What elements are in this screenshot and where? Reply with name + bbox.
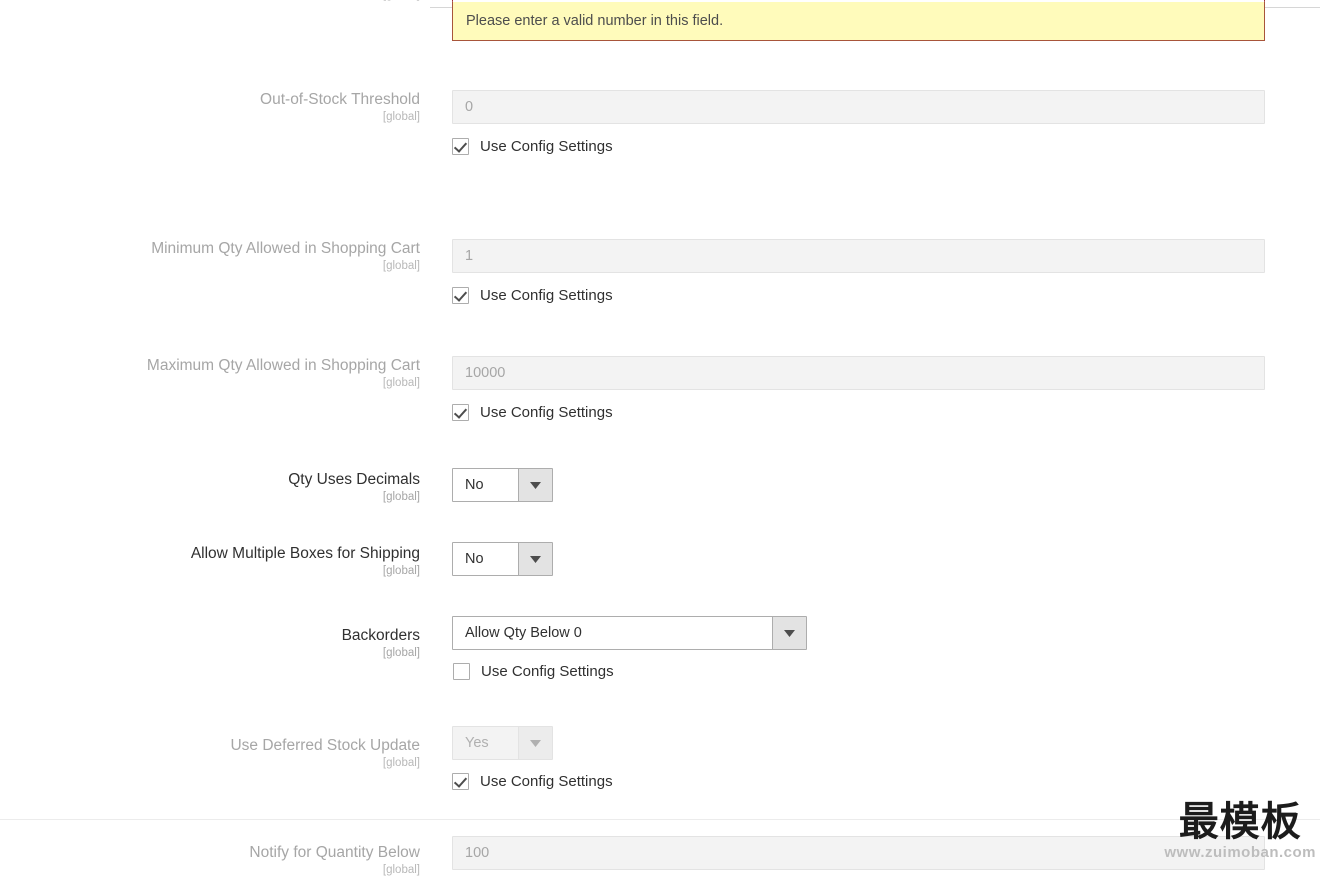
scope-notify-quantity-below: [global] xyxy=(382,864,420,876)
scope-maximum-qty: [global] xyxy=(382,377,420,389)
label-text-backorders: Backorders xyxy=(341,627,420,644)
config-toggle-out-of-stock-threshold[interactable]: Use Config Settings xyxy=(452,138,1265,155)
checkbox-use-config-out-of-stock-threshold[interactable] xyxy=(452,138,469,155)
label-text-maximum-qty: Maximum Qty Allowed in Shopping Cart xyxy=(146,357,420,374)
chevron-down-icon xyxy=(772,617,806,649)
checkbox-label-use-config-deferred-stock-update: Use Config Settings xyxy=(480,773,613,790)
scope-out-of-stock-threshold: [global] xyxy=(382,111,420,123)
checkbox-label-use-config-backorders: Use Config Settings xyxy=(481,663,614,680)
chevron-down-icon xyxy=(518,727,552,759)
select-value-backorders: Allow Qty Below 0 xyxy=(465,625,582,641)
watermark-divider xyxy=(0,819,1320,820)
scope-qty-uses-decimals: [global] xyxy=(382,491,420,503)
watermark-brand: 最模板 xyxy=(1178,798,1302,845)
label-qty-uses-decimals: Qty Uses Decimals [global] xyxy=(0,470,420,504)
site-watermark: 最模板 www.zuimoban.com xyxy=(1164,800,1316,862)
advanced-inventory-form: [global] Please enter a valid number in … xyxy=(0,0,1320,876)
label-text-deferred-stock-update: Use Deferred Stock Update xyxy=(230,737,420,754)
scope-deferred-stock-update: [global] xyxy=(382,757,420,769)
config-toggle-backorders[interactable]: Use Config Settings xyxy=(453,663,807,680)
control-notify-quantity-below: 100 xyxy=(452,836,1265,870)
watermark-url: www.zuimoban.com xyxy=(1164,844,1316,861)
scope-minimum-qty: [global] xyxy=(382,260,420,272)
checkbox-label-use-config-minimum-qty: Use Config Settings xyxy=(480,287,613,304)
chevron-down-icon xyxy=(518,543,552,575)
label-text-allow-multiple-boxes: Allow Multiple Boxes for Shipping xyxy=(190,545,420,562)
select-value-deferred-stock-update: Yes xyxy=(465,735,489,751)
label-text-minimum-qty: Minimum Qty Allowed in Shopping Cart xyxy=(151,240,420,257)
control-out-of-stock-threshold: 0 Use Config Settings xyxy=(452,90,1265,155)
label-text-out-of-stock-threshold: Out-of-Stock Threshold xyxy=(260,91,420,108)
select-value-qty-uses-decimals: No xyxy=(465,477,484,493)
label-notify-quantity-below: Notify for Quantity Below [global] xyxy=(0,843,420,877)
checkbox-use-config-backorders[interactable] xyxy=(453,663,470,680)
label-allow-multiple-boxes: Allow Multiple Boxes for Shipping [globa… xyxy=(0,544,420,578)
clipped-field-label: [global] xyxy=(0,0,420,2)
checkbox-use-config-deferred-stock-update[interactable] xyxy=(452,773,469,790)
scope-backorders: [global] xyxy=(382,647,420,659)
clipped-field-control: Please enter a valid number in this fiel… xyxy=(452,0,1265,41)
label-out-of-stock-threshold: Out-of-Stock Threshold [global] xyxy=(0,90,420,124)
label-backorders: Backorders [global] xyxy=(0,626,420,660)
validation-error-message: Please enter a valid number in this fiel… xyxy=(452,2,1265,41)
label-text-qty-uses-decimals: Qty Uses Decimals xyxy=(288,471,420,488)
control-backorders: Allow Qty Below 0 Use Config Settings xyxy=(452,616,807,680)
chevron-down-icon xyxy=(518,469,552,501)
control-maximum-qty: 10000 Use Config Settings xyxy=(452,356,1265,421)
config-toggle-deferred-stock-update[interactable]: Use Config Settings xyxy=(452,773,613,790)
checkbox-use-config-minimum-qty[interactable] xyxy=(452,287,469,304)
control-minimum-qty: 1 Use Config Settings xyxy=(452,239,1265,304)
control-qty-uses-decimals: No xyxy=(452,468,553,502)
select-deferred-stock-update[interactable]: Yes xyxy=(452,726,553,760)
label-text-notify-quantity-below: Notify for Quantity Below xyxy=(249,844,420,861)
config-toggle-minimum-qty[interactable]: Use Config Settings xyxy=(452,287,1265,304)
select-backorders[interactable]: Allow Qty Below 0 xyxy=(452,616,807,650)
control-allow-multiple-boxes: No xyxy=(452,542,553,576)
select-allow-multiple-boxes[interactable]: No xyxy=(452,542,553,576)
select-qty-uses-decimals[interactable]: No xyxy=(452,468,553,502)
select-value-allow-multiple-boxes: No xyxy=(465,551,484,567)
control-deferred-stock-update: Yes Use Config Settings xyxy=(452,726,613,790)
input-notify-quantity-below[interactable]: 100 xyxy=(452,836,1265,870)
label-minimum-qty: Minimum Qty Allowed in Shopping Cart [gl… xyxy=(0,239,420,273)
input-minimum-qty[interactable]: 1 xyxy=(452,239,1265,273)
checkbox-label-use-config-maximum-qty: Use Config Settings xyxy=(480,404,613,421)
config-toggle-maximum-qty[interactable]: Use Config Settings xyxy=(452,404,1265,421)
label-deferred-stock-update: Use Deferred Stock Update [global] xyxy=(0,736,420,770)
label-maximum-qty: Maximum Qty Allowed in Shopping Cart [gl… xyxy=(0,356,420,390)
checkbox-label-use-config-out-of-stock-threshold: Use Config Settings xyxy=(480,138,613,155)
input-maximum-qty[interactable]: 10000 xyxy=(452,356,1265,390)
scope-allow-multiple-boxes: [global] xyxy=(382,565,420,577)
input-out-of-stock-threshold[interactable]: 0 xyxy=(452,90,1265,124)
checkbox-use-config-maximum-qty[interactable] xyxy=(452,404,469,421)
clipped-field-scope: [global] xyxy=(0,0,420,2)
